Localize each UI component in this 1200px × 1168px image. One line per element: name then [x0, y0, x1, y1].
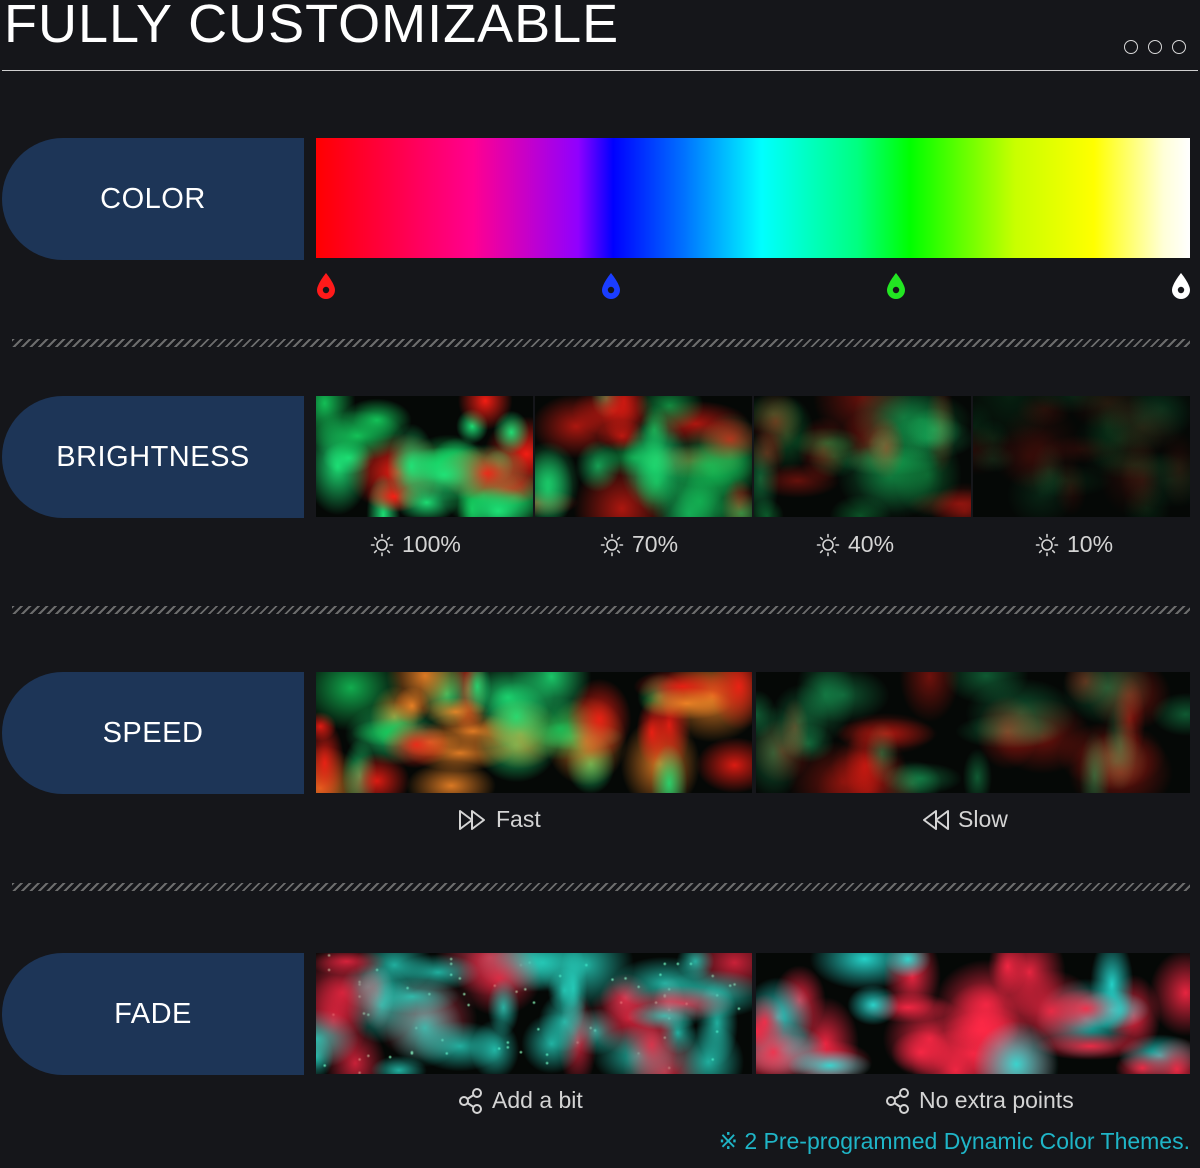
fade-none-image — [756, 953, 1190, 1074]
brightness-option[interactable]: 40% — [816, 531, 894, 558]
fade-none-option[interactable]: No extra points — [885, 1087, 1074, 1114]
page-title: FULLY CUSTOMIZABLE — [4, 0, 620, 54]
speed-slow-option[interactable]: Slow — [920, 806, 1008, 833]
brightness-option-label: 70% — [632, 531, 679, 557]
share-icon — [459, 1087, 482, 1114]
dot-icon — [1124, 40, 1138, 54]
brightness-preview-image — [316, 396, 533, 517]
share-icon — [886, 1087, 909, 1114]
fade-section-label: FADE — [2, 953, 304, 1075]
footnote: ※ 2 Pre-programmed Dynamic Color Themes. — [718, 1128, 1190, 1154]
brightness-option-label: 100% — [402, 531, 461, 557]
speed-slow-image — [756, 672, 1190, 793]
fade-option-label: No extra points — [919, 1087, 1074, 1113]
brightness-preview-image — [973, 396, 1190, 517]
speed-option-label: Fast — [496, 806, 541, 832]
speed-fast-image — [316, 672, 752, 793]
section-divider — [12, 883, 1190, 891]
color-drop-icon[interactable] — [600, 272, 622, 300]
fade-option-label: Add a bit — [492, 1087, 583, 1113]
speed-fast-option[interactable]: Fast — [458, 806, 541, 833]
brightness-option[interactable]: 100% — [370, 531, 461, 558]
sun-icon — [816, 533, 840, 556]
brightness-option-label: 40% — [848, 531, 895, 557]
color-section-label: COLOR — [2, 138, 304, 260]
sun-icon — [1035, 533, 1059, 556]
rewind-icon — [923, 809, 949, 830]
brightness-preview-image — [754, 396, 971, 517]
section-divider — [12, 606, 1190, 614]
fade-add-image — [316, 953, 752, 1074]
brightness-option-label: 10% — [1067, 531, 1114, 557]
dot-icon — [1148, 40, 1162, 54]
dot-icon — [1172, 40, 1186, 54]
color-drop-icon[interactable] — [315, 272, 337, 300]
section-divider — [12, 339, 1190, 347]
color-spectrum[interactable] — [316, 138, 1190, 258]
brightness-preview-image — [535, 396, 752, 517]
fade-add-option[interactable]: Add a bit — [458, 1087, 583, 1114]
fast-forward-icon — [459, 809, 485, 830]
header-divider — [2, 70, 1198, 71]
color-drop-icon[interactable] — [1170, 272, 1192, 300]
color-drop-icon[interactable] — [885, 272, 907, 300]
speed-section-label: SPEED — [2, 672, 304, 794]
window-dots — [1124, 40, 1186, 54]
speed-option-label: Slow — [958, 806, 1008, 832]
brightness-section-label: BRIGHTNESS — [2, 396, 304, 518]
sun-icon — [370, 533, 394, 556]
sun-icon — [600, 533, 624, 556]
brightness-option[interactable]: 70% — [600, 531, 678, 558]
brightness-option[interactable]: 10% — [1035, 531, 1113, 558]
